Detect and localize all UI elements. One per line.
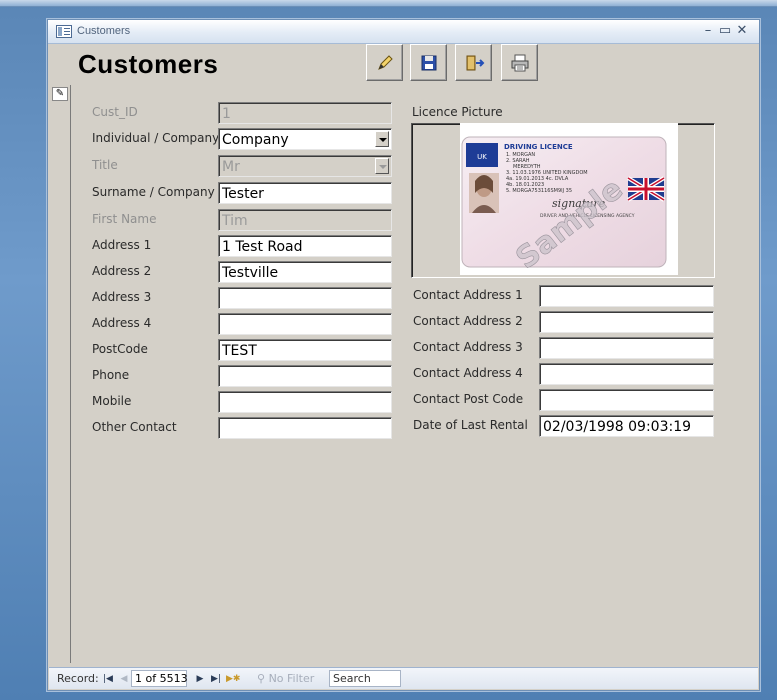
print-button[interactable] [501, 44, 538, 81]
filter-icon: ⚲ [257, 672, 266, 685]
mobile-label: Mobile [92, 394, 132, 408]
svg-text:5. MORGA753116SM9IJ 35: 5. MORGA753116SM9IJ 35 [506, 188, 572, 194]
contact-post-code-label: Contact Post Code [413, 392, 524, 406]
date-of-last-rental-field[interactable]: 02/03/1998 09:03:19 [539, 415, 714, 437]
contact-address-1-label: Contact Address 1 [413, 288, 523, 302]
new-record-icon[interactable]: ▶✱ [226, 671, 240, 687]
address-4-field[interactable] [218, 313, 392, 335]
close-button[interactable]: ✕ [734, 23, 750, 39]
contact-address-2-field[interactable] [539, 311, 714, 333]
date-of-last-rental-value: 02/03/1998 09:03:19 [543, 419, 692, 435]
surname-company-field[interactable]: Tester [218, 182, 392, 204]
save-button[interactable] [410, 44, 447, 81]
title-bar: Customers – ▭ ✕ [48, 20, 759, 44]
contact-address-3-field[interactable] [539, 337, 714, 359]
contact-address-2-label: Contact Address 2 [413, 314, 523, 328]
no-filter-label: No Filter [268, 672, 315, 685]
address-2-label: Address 2 [92, 264, 152, 278]
address-2-value: Testville [222, 265, 279, 281]
last-record-icon[interactable]: ▶| [209, 671, 223, 687]
postcode-label: PostCode [92, 342, 148, 356]
cust-id-value: 1 [222, 106, 231, 122]
contact-post-code-field[interactable] [539, 389, 714, 411]
form-heading: Customers [78, 49, 219, 79]
phone-field[interactable] [218, 365, 392, 387]
contact-address-4-label: Contact Address 4 [413, 366, 523, 380]
chevron-down-icon[interactable] [375, 131, 389, 147]
right-edge [753, 44, 759, 666]
record-label: Record: [57, 672, 99, 685]
svg-text:UK: UK [477, 153, 487, 161]
first-record-icon[interactable]: |◀ [101, 671, 115, 687]
floppy-disk-icon [421, 55, 437, 71]
surname-company-value: Tester [222, 186, 264, 202]
printer-icon [511, 54, 529, 72]
address-1-label: Address 1 [92, 238, 152, 252]
address-1-field[interactable]: 1 Test Road [218, 235, 392, 257]
individual-company-label: Individual / Company [92, 131, 220, 145]
address-4-label: Address 4 [92, 316, 152, 330]
pencil-edit-icon: ✎ [55, 88, 65, 99]
contact-address-4-field[interactable] [539, 363, 714, 385]
pencil-icon [378, 55, 393, 70]
union-jack-icon [626, 176, 666, 202]
postcode-field[interactable]: TEST [218, 339, 392, 361]
other-contact-label: Other Contact [92, 420, 177, 434]
surname-company-label: Surname / Company [92, 185, 215, 199]
previous-record-icon[interactable]: ◀ [117, 671, 131, 687]
edit-button[interactable] [366, 44, 403, 81]
window-title: Customers [77, 25, 131, 37]
postcode-value: TEST [222, 343, 257, 359]
title-combo: Mr [218, 155, 392, 177]
licence-picture: UK DRIVING LICENCE 1. MORGAN 2. SARAH ME… [460, 123, 678, 275]
desktop-top-strip [0, 0, 777, 7]
no-filter-button[interactable]: ⚲ No Filter [257, 672, 314, 685]
title-label: Title [92, 158, 118, 172]
address-1-value: 1 Test Road [222, 239, 303, 255]
customers-form-window: Customers – ▭ ✕ ✎ Customers Cust_ID 1 In… [47, 19, 760, 691]
record-selector[interactable]: ✎ [52, 87, 68, 101]
individual-company-value: Company [222, 132, 289, 148]
record-position-field[interactable]: 1 of 5513 [131, 670, 188, 687]
chevron-down-icon [375, 158, 389, 174]
first-name-field: Tim [218, 209, 392, 231]
address-3-field[interactable] [218, 287, 392, 309]
other-contact-field[interactable] [218, 417, 392, 439]
phone-label: Phone [92, 368, 130, 382]
record-navigation-bar: Record: |◀ ◀ 1 of 5513 ▶ ▶| ▶✱ ⚲ No Filt… [49, 667, 758, 689]
address-2-field[interactable]: Testville [218, 261, 392, 283]
form-icon [56, 25, 72, 38]
first-name-label: First Name [92, 212, 157, 226]
maximize-button[interactable]: ▭ [717, 23, 733, 39]
date-of-last-rental-label: Date of Last Rental [413, 418, 528, 432]
cust-id-label: Cust_ID [92, 105, 138, 119]
title-value: Mr [222, 159, 240, 175]
first-name-value: Tim [222, 213, 248, 229]
contact-address-1-field[interactable] [539, 285, 714, 307]
search-input[interactable]: Search [329, 670, 401, 687]
next-record-icon[interactable]: ▶ [193, 671, 207, 687]
address-3-label: Address 3 [92, 290, 152, 304]
licence-picture-label: Licence Picture [412, 105, 503, 119]
mobile-field[interactable] [218, 391, 392, 413]
cust-id-field: 1 [218, 102, 392, 124]
exit-button[interactable] [455, 44, 492, 81]
contact-address-3-label: Contact Address 3 [413, 340, 523, 354]
individual-company-combo[interactable]: Company [218, 128, 392, 150]
svg-text:DRIVING LICENCE: DRIVING LICENCE [504, 143, 573, 151]
exit-door-icon [466, 55, 485, 71]
record-selector-column [49, 85, 71, 663]
minimize-button[interactable]: – [700, 23, 716, 39]
